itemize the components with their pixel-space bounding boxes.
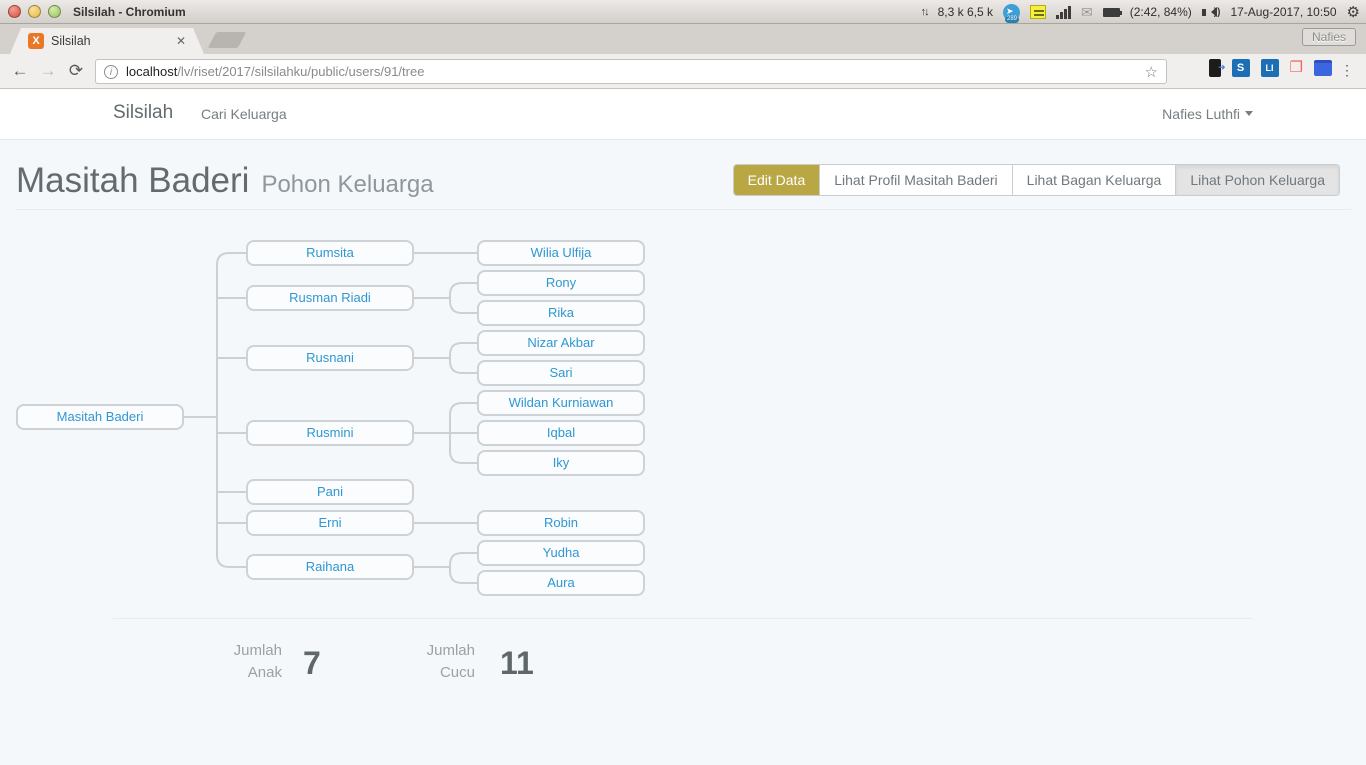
telegram-icon[interactable]: ➤ 289 <box>1003 4 1020 21</box>
new-tab-button[interactable] <box>208 32 247 48</box>
lihat-profil-button[interactable]: Lihat Profil Masitah Baderi <box>820 165 1012 195</box>
li-extension-icon[interactable]: LI <box>1261 59 1279 77</box>
stat-anak-label: JumlahAnak <box>160 640 282 684</box>
browser-tab-silsilah[interactable]: X Silsilah ✕ <box>10 28 204 54</box>
tree-node-child[interactable]: Rusmini <box>246 420 414 446</box>
window-title: Silsilah - Chromium <box>73 5 186 19</box>
network-rate[interactable]: 8,3 k 6,5 k <box>938 5 993 19</box>
s-extension-icon[interactable]: S <box>1232 59 1250 77</box>
url-host: localhost <box>126 64 177 79</box>
tree-node-grandchild[interactable]: Robin <box>477 510 645 536</box>
notes-indicator-icon[interactable] <box>1030 5 1046 19</box>
tree-node-root[interactable]: Masitah Baderi <box>16 404 184 430</box>
bookmark-star-icon[interactable]: ☆ <box>1145 63 1158 81</box>
action-button-group: Edit Data Lihat Profil Masitah Baderi Li… <box>733 164 1340 196</box>
tree-node-child[interactable]: Pani <box>246 479 414 505</box>
tree-node-grandchild[interactable]: Yudha <box>477 540 645 566</box>
back-icon[interactable]: ← <box>6 61 34 81</box>
blue-extension-icon[interactable] <box>1314 60 1332 76</box>
browser-toolbar: ← → ⟳ i localhost/lv/riset/2017/silsilah… <box>0 54 1366 89</box>
lihat-pohon-button[interactable]: Lihat Pohon Keluarga <box>1176 165 1339 195</box>
tree-node-grandchild[interactable]: Rika <box>477 300 645 326</box>
tree-node-child[interactable]: Erni <box>246 510 414 536</box>
page-info-icon[interactable]: i <box>104 65 118 79</box>
laravel-extension-icon[interactable]: ❒ <box>1290 59 1303 77</box>
clock[interactable]: 17-Aug-2017, 10:50 <box>1230 5 1336 19</box>
url-path: /lv/riset/2017/silsilahku/public/users/9… <box>177 64 424 79</box>
tree-node-child[interactable]: Raihana <box>246 554 414 580</box>
volume-icon[interactable]: )) <box>1202 7 1221 18</box>
phone-extension-icon[interactable] <box>1209 59 1221 77</box>
tree-node-child[interactable]: Rusman Riadi <box>246 285 414 311</box>
window-maximize-button[interactable] <box>48 5 61 18</box>
system-tray: ↑↓ 8,3 k 6,5 k ➤ 289 ✉ (2:42, 84%) )) 17… <box>921 0 1360 24</box>
paper-plane-icon: ➤ <box>1006 6 1014 17</box>
network-arrows-icon: ↑↓ <box>921 6 928 18</box>
stat-cucu-label: JumlahCucu <box>353 640 475 684</box>
chevron-down-icon <box>1245 111 1253 120</box>
stat-anak-value: 7 <box>303 645 321 682</box>
tree-node-grandchild[interactable]: Wildan Kurniawan <box>477 390 645 416</box>
extension-icons: S LI ❒ <box>1209 59 1332 77</box>
tab-bar: X Silsilah ✕ Nafies <box>0 24 1366 54</box>
battery-icon[interactable] <box>1103 8 1120 17</box>
tab-title: Silsilah <box>51 34 176 48</box>
tree-node-grandchild[interactable]: Sari <box>477 360 645 386</box>
tree-node-grandchild[interactable]: Aura <box>477 570 645 596</box>
keyboard-indicator-badge: Nafies <box>1302 28 1356 46</box>
tree-node-child[interactable]: Rusnani <box>246 345 414 371</box>
tree-node-grandchild[interactable]: Iqbal <box>477 420 645 446</box>
mail-icon[interactable]: ✉ <box>1081 4 1093 21</box>
telegram-unread-badge: 289 <box>1005 16 1019 23</box>
window-controls <box>8 5 61 18</box>
tree-node-grandchild[interactable]: Rony <box>477 270 645 296</box>
url-bar[interactable]: i localhost/lv/riset/2017/silsilahku/pub… <box>95 59 1167 84</box>
edit-data-button[interactable]: Edit Data <box>734 165 821 195</box>
family-tree: Masitah Baderi Rumsita Rusman Riadi Rusn… <box>0 89 700 609</box>
tree-node-child[interactable]: Rumsita <box>246 240 414 266</box>
window-minimize-button[interactable] <box>28 5 41 18</box>
tab-favicon-icon: X <box>28 33 44 49</box>
user-name: Nafies Luthfi <box>1162 106 1240 122</box>
browser-menu-icon[interactable]: ⋮ <box>1340 62 1354 79</box>
signal-strength-icon[interactable] <box>1056 6 1071 19</box>
gear-icon[interactable]: ⚙ <box>1347 3 1360 21</box>
screen: Silsilah - Chromium ↑↓ 8,3 k 6,5 k ➤ 289… <box>0 0 1366 765</box>
reload-icon[interactable]: ⟳ <box>62 61 90 81</box>
stat-cucu-value: 11 <box>500 645 534 682</box>
web-content: Silsilah Cari Keluarga Nafies Luthfi Mas… <box>0 89 1366 765</box>
battery-status[interactable]: (2:42, 84%) <box>1130 5 1192 19</box>
lihat-bagan-button[interactable]: Lihat Bagan Keluarga <box>1013 165 1177 195</box>
tree-node-grandchild[interactable]: Iky <box>477 450 645 476</box>
tree-node-grandchild[interactable]: Wilia Ulfija <box>477 240 645 266</box>
titlebar: Silsilah - Chromium ↑↓ 8,3 k 6,5 k ➤ 289… <box>0 0 1366 24</box>
window-close-button[interactable] <box>8 5 21 18</box>
user-dropdown[interactable]: Nafies Luthfi <box>1162 106 1253 122</box>
forward-icon[interactable]: → <box>34 61 62 81</box>
tree-node-grandchild[interactable]: Nizar Akbar <box>477 330 645 356</box>
tab-close-icon[interactable]: ✕ <box>176 34 186 48</box>
footer-divider <box>113 618 1253 619</box>
